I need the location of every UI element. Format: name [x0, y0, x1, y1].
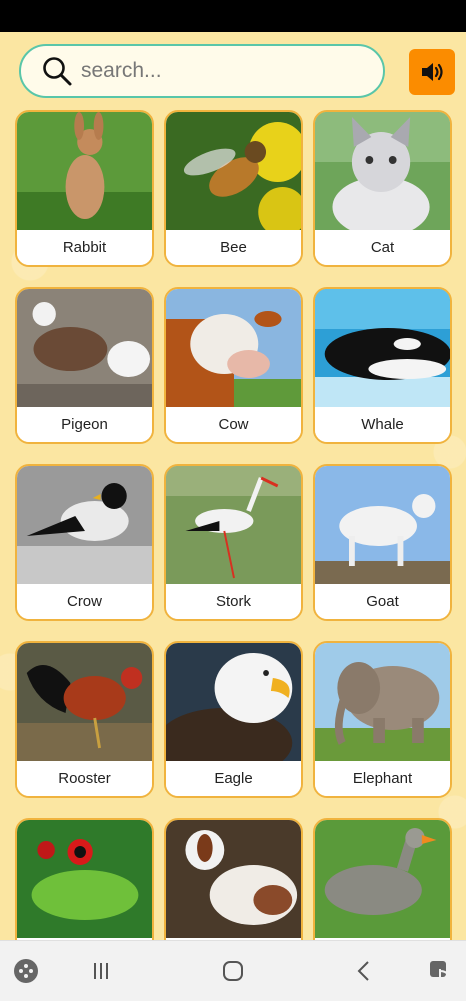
- cat-image: [315, 112, 450, 230]
- crow-image: [17, 466, 152, 584]
- touch-protection-button[interactable]: [424, 955, 456, 987]
- status-bar: [0, 0, 466, 32]
- animal-card-goose[interactable]: [313, 818, 452, 940]
- goose-image: [315, 820, 450, 938]
- recent-apps-button[interactable]: [85, 955, 117, 987]
- home-icon: [223, 961, 243, 981]
- animal-label: Bee: [166, 230, 301, 265]
- back-button[interactable]: [348, 955, 380, 987]
- search-bar[interactable]: [19, 44, 385, 98]
- animal-label: Crow: [17, 584, 152, 619]
- animal-label: Cat: [315, 230, 450, 265]
- animal-label: Eagle: [166, 761, 301, 796]
- game-controller-icon: [14, 959, 38, 983]
- animal-card-rooster[interactable]: Rooster: [15, 641, 154, 798]
- animal-card-cow[interactable]: Cow: [164, 287, 303, 444]
- whale-image: [315, 289, 450, 407]
- sound-button[interactable]: [409, 49, 455, 95]
- cow-image: [166, 289, 301, 407]
- animal-card-elephant[interactable]: Elephant: [313, 641, 452, 798]
- animal-card-goat[interactable]: Goat: [313, 464, 452, 621]
- animal-label: Whale: [315, 407, 450, 442]
- recent-apps-icon: [94, 963, 108, 979]
- kid-goat-image: [166, 820, 301, 938]
- bee-image: [166, 112, 301, 230]
- animal-card-pigeon[interactable]: Pigeon: [15, 287, 154, 444]
- animal-label: Cow: [166, 407, 301, 442]
- back-icon: [357, 961, 369, 981]
- animal-label: Elephant: [315, 761, 450, 796]
- animal-card-bee[interactable]: Bee: [164, 110, 303, 267]
- speaker-icon: [422, 63, 443, 81]
- animal-card-frog[interactable]: [15, 818, 154, 940]
- stork-image: [166, 466, 301, 584]
- animal-card-kid-goat[interactable]: [164, 818, 303, 940]
- animal-card-crow[interactable]: Crow: [15, 464, 154, 621]
- rabbit-image: [17, 112, 152, 230]
- elephant-image: [315, 643, 450, 761]
- animal-label: Rooster: [17, 761, 152, 796]
- app-screen: Rabbit Bee: [0, 32, 466, 940]
- animal-label: Stork: [166, 584, 301, 619]
- system-navigation-bar: [0, 940, 466, 1001]
- animal-label: Goat: [315, 584, 450, 619]
- animal-card-eagle[interactable]: Eagle: [164, 641, 303, 798]
- rooster-image: [17, 643, 152, 761]
- frog-image: [17, 820, 152, 938]
- animal-card-stork[interactable]: Stork: [164, 464, 303, 621]
- animal-label: Pigeon: [17, 407, 152, 442]
- home-button[interactable]: [217, 955, 249, 987]
- game-launcher-button[interactable]: [10, 955, 42, 987]
- animal-card-rabbit[interactable]: Rabbit: [15, 110, 154, 267]
- search-icon: [43, 57, 72, 86]
- eagle-image: [166, 643, 301, 761]
- touch-icon: [430, 961, 449, 981]
- search-input[interactable]: [79, 58, 353, 84]
- goat-image: [315, 466, 450, 584]
- animal-card-whale[interactable]: Whale: [313, 287, 452, 444]
- animal-label: Rabbit: [17, 230, 152, 265]
- animal-card-cat[interactable]: Cat: [313, 110, 452, 267]
- pigeon-image: [17, 289, 152, 407]
